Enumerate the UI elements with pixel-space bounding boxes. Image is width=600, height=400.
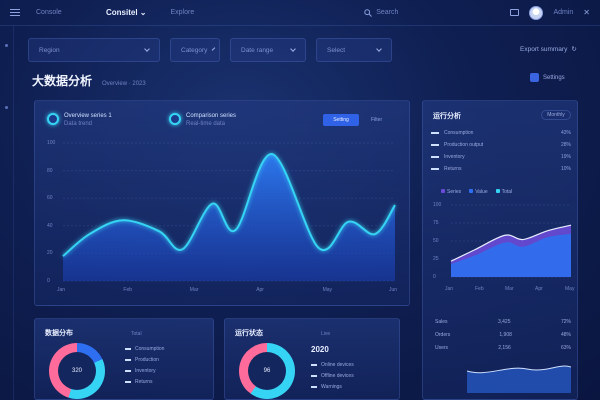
rail-dot-icon[interactable]: [5, 44, 8, 47]
close-icon[interactable]: ✕: [583, 8, 590, 17]
legend-list: Consumption Production Inventory Returns: [125, 343, 164, 387]
page-title: 大数据分析: [32, 74, 93, 88]
nav-link-console[interactable]: Console: [36, 9, 96, 16]
page-subtitle: Overview · 2023: [102, 81, 146, 87]
distribution-panel: 数据分布 Total 320 Consumption Production In…: [34, 318, 214, 400]
stats-table: Sales 3,425 72% Orders 1,908 48% Users 2,156 6…: [435, 319, 571, 358]
main-chart-panel: Overview series 1 Data trend Comparison …: [34, 100, 410, 306]
settings-button[interactable]: Settings: [530, 73, 565, 82]
rail-dot-icon[interactable]: [5, 106, 8, 109]
cell: Users: [435, 345, 449, 351]
filter-bar: Region Category Date range Select: [28, 38, 392, 62]
cell: 2,156: [498, 345, 511, 351]
settings-label: Settings: [543, 74, 565, 81]
message-icon[interactable]: [510, 9, 520, 16]
donut-chart: 320: [49, 343, 105, 399]
cell: 1,908: [499, 332, 512, 338]
list-item: Production: [125, 354, 164, 365]
chevron-down-icon: [376, 46, 382, 52]
legend-list: Online devices Offline devices Warnings: [311, 359, 354, 392]
item-label: Inventory: [135, 367, 156, 374]
search-box[interactable]: Search: [364, 8, 472, 17]
list-item: Inventory: [125, 365, 164, 376]
chevron-down-icon: [144, 46, 150, 52]
filter-label: Category: [181, 46, 208, 54]
donut-chart: 96: [239, 343, 295, 399]
panel-meta: Live: [321, 331, 331, 337]
user-name[interactable]: Admin: [553, 9, 573, 16]
item-label: Warnings: [321, 383, 342, 390]
item-label: Returns: [135, 378, 153, 385]
cell: Sales: [435, 319, 448, 325]
item-label: Production: [135, 356, 159, 363]
side-rail: [0, 26, 14, 400]
area-fill: [63, 153, 395, 281]
filter-date-range[interactable]: Date range: [230, 38, 306, 62]
cell: 3,425: [497, 319, 511, 325]
analysis-panel: 运行分析 Monthly Consumption 43% Production o…: [422, 100, 578, 400]
search-icon: [364, 8, 373, 17]
panel-title: 运行状态: [235, 330, 263, 337]
filter-select[interactable]: Select: [316, 38, 392, 62]
chevron-down-icon: [290, 46, 296, 52]
filter-region[interactable]: Region: [28, 38, 160, 62]
main-area-chart: [62, 142, 396, 282]
panel-meta: Total: [131, 331, 142, 337]
filter-label: Region: [39, 46, 60, 54]
list-item: Returns: [125, 376, 164, 387]
top-bar: Console Consitel ⌄ Explore Search Admin …: [0, 0, 600, 26]
donut-center: 96: [248, 352, 286, 390]
chevron-down-icon: [212, 47, 216, 51]
item-label: Consumption: [135, 345, 165, 352]
menu-icon[interactable]: [10, 9, 20, 16]
status-value: 2020: [311, 345, 329, 354]
list-item: Consumption: [125, 343, 164, 354]
table-row: Orders 1,908 48%: [435, 332, 571, 345]
refresh-icon: ↻: [571, 46, 577, 53]
nav-link-explore[interactable]: Explore: [171, 9, 195, 16]
item-label: Online devices: [321, 361, 354, 368]
chevron-down-icon: ⌄: [139, 8, 147, 17]
export-button[interactable]: Export summary ↻: [520, 45, 577, 54]
cell: 48%: [560, 332, 571, 338]
filter-label: Select: [327, 46, 346, 54]
list-item: Offline devices: [311, 370, 354, 381]
brand-label: Consitel: [106, 8, 138, 17]
cell: 72%: [560, 319, 571, 325]
table-row: Users 2,156 63%: [435, 345, 571, 358]
export-label: Export summary: [520, 45, 568, 53]
cell: 63%: [560, 345, 571, 351]
list-item: Online devices: [311, 359, 354, 370]
settings-icon: [530, 73, 539, 82]
cell: Orders: [435, 332, 451, 338]
donut-center: 320: [58, 352, 96, 390]
search-placeholder: Search: [376, 9, 399, 16]
item-label: Offline devices: [321, 372, 354, 379]
mini-area-chart: [467, 365, 571, 393]
panel-title: 数据分布: [45, 330, 73, 337]
table-row: Sales 3,425 72%: [435, 319, 571, 332]
status-panel: 运行状态 Live 96 2020 Online devices Offline…: [224, 318, 400, 400]
filter-category[interactable]: Category: [170, 38, 220, 62]
title-row: 大数据分析 Overview · 2023: [32, 72, 146, 89]
list-item: Warnings: [311, 381, 354, 392]
avatar[interactable]: [529, 5, 544, 20]
brand-dropdown[interactable]: Consitel ⌄: [106, 8, 147, 17]
filter-label: Date range: [241, 46, 274, 54]
